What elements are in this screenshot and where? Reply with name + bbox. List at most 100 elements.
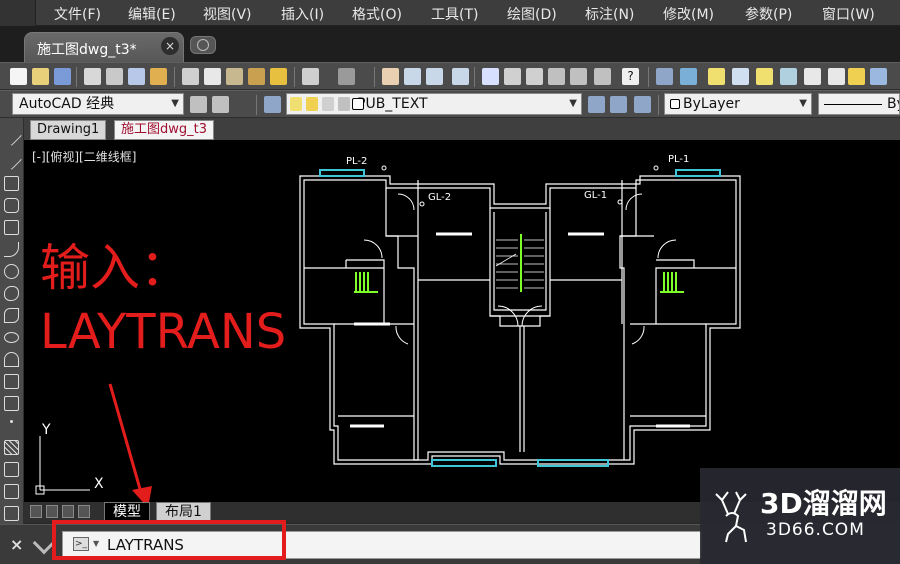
menu-window[interactable]: 窗口(W) [822,4,875,24]
menu-edit[interactable]: 编辑(E) [128,4,176,24]
layer-viewport-icon [322,97,334,111]
save-icon[interactable] [54,68,71,85]
color-dropdown[interactable]: ByLayer ▼ [664,93,812,115]
paste-icon[interactable] [226,68,243,85]
layer-states-icon[interactable] [680,68,697,85]
layer-freeze-icon[interactable] [732,68,749,85]
layer-previous-icon[interactable] [610,96,627,113]
rectangle-icon[interactable] [4,220,19,235]
first-layout-icon[interactable] [30,505,42,518]
tab-layout1[interactable]: 布局1 [156,502,211,522]
copy-icon[interactable] [204,68,221,85]
point-icon[interactable] [10,420,13,423]
revision-cloud-icon[interactable] [4,286,19,301]
menu-dimension[interactable]: 标注(N) [585,4,634,24]
sheet-set-icon[interactable] [548,68,565,85]
workspace-settings-icon[interactable] [190,96,207,113]
markup-icon[interactable] [570,68,587,85]
tool-palettes-icon[interactable] [526,68,543,85]
menu-view[interactable]: 视图(V) [203,4,252,24]
sun-icon[interactable] [848,68,865,85]
customize-icon[interactable] [212,96,229,113]
menu-modify[interactable]: 修改(M) [663,4,714,24]
print-preview-icon[interactable] [106,68,123,85]
red-arrow [108,383,152,502]
deer-logo-icon [715,491,747,543]
menu-tools[interactable]: 工具(T) [431,4,478,24]
3d-dwf-icon[interactable] [150,68,167,85]
layer-on-icon[interactable] [756,68,773,85]
make-current-icon[interactable] [588,96,605,113]
layer-isolate-icon[interactable] [780,68,797,85]
undo-icon[interactable] [302,68,319,85]
properties-icon[interactable] [482,68,499,85]
print-icon[interactable] [84,68,101,85]
paste-block-icon[interactable] [248,68,265,85]
layer-merge-icon[interactable] [828,68,845,85]
tab-model[interactable]: 模型 [104,502,150,522]
redo-icon[interactable] [338,68,355,85]
hatch-icon[interactable] [4,440,19,455]
annotation-text: 输入： LAYTRANS [40,236,286,364]
watermark: 3D溜溜网 3D66.COM [700,468,900,564]
application-button[interactable] [0,0,36,26]
menu-parameters[interactable]: 参数(P) [745,4,792,24]
close-command-icon[interactable]: × [10,535,23,554]
layer-match-icon[interactable] [634,96,651,113]
bulb-icon[interactable] [708,68,725,85]
zoom-previous-icon[interactable] [452,68,469,85]
table-icon[interactable] [4,506,19,521]
annotation-line2: LAYTRANS [40,304,287,360]
previous-layout-icon[interactable] [46,505,58,518]
standard-toolbar: ? [0,62,900,90]
ellipse-arc-icon[interactable] [4,352,19,367]
menu-insert[interactable]: 插入(I) [281,4,324,24]
region-icon[interactable] [4,484,19,499]
layer-manager-icon[interactable] [264,96,281,113]
workspace-value: AutoCAD 经典 [19,96,115,112]
tab-construction-drawing[interactable]: 施工图dwg_t3 [114,120,215,140]
circle-icon[interactable] [4,264,19,279]
chevron-down-icon: ▼ [569,98,577,109]
design-center-icon[interactable] [504,68,521,85]
publish-icon[interactable] [128,68,145,85]
viewport-label[interactable]: [-][俯视][二维线框] [32,148,136,165]
help-icon[interactable]: ? [622,68,639,85]
linetype-preview [824,104,882,105]
draw-toolbar [0,118,24,530]
construction-line-icon[interactable] [0,148,23,171]
document-tab[interactable]: 施工图dwg_t3* × [24,32,184,62]
line-icon[interactable] [0,124,23,147]
last-layout-icon[interactable] [78,505,90,518]
cut-icon[interactable] [182,68,199,85]
menu-file[interactable]: 文件(F) [54,4,101,24]
insert-block-icon[interactable] [4,374,19,389]
zoom-realtime-icon[interactable] [404,68,421,85]
menu-draw[interactable]: 绘图(D) [507,4,557,24]
tab-drawing1[interactable]: Drawing1 [30,120,107,140]
layer-unlock-icon [338,97,350,111]
spline-icon[interactable] [4,308,19,323]
arc-icon[interactable] [4,242,19,257]
polygon-icon[interactable] [4,198,19,213]
layer-lock-icon[interactable] [870,68,887,85]
gradient-icon[interactable] [4,462,19,477]
ellipse-icon[interactable] [4,332,19,343]
close-tab-icon[interactable]: × [161,37,179,55]
drawing-canvas[interactable]: PL-2 PL-1 GL-2 GL-1 Y X [-][俯视][二维线框] 输入… [24,140,900,502]
next-layout-icon[interactable] [62,505,74,518]
make-block-icon[interactable] [4,396,19,411]
menu-format[interactable]: 格式(O) [352,4,402,24]
new-file-icon[interactable] [10,68,27,85]
new-tab-button[interactable] [190,36,216,54]
zoom-window-icon[interactable] [426,68,443,85]
match-properties-icon[interactable] [270,68,287,85]
polyline-icon[interactable] [4,176,19,191]
open-folder-icon[interactable] [32,68,49,85]
calculator-icon[interactable] [594,68,611,85]
workspace-dropdown[interactable]: AutoCAD 经典 ▼ [12,93,184,115]
layer-properties-icon[interactable] [656,68,673,85]
document-tab-label: 施工图dwg_t3* [37,42,137,58]
layer-walk-icon[interactable] [804,68,821,85]
pan-icon[interactable] [382,68,399,85]
